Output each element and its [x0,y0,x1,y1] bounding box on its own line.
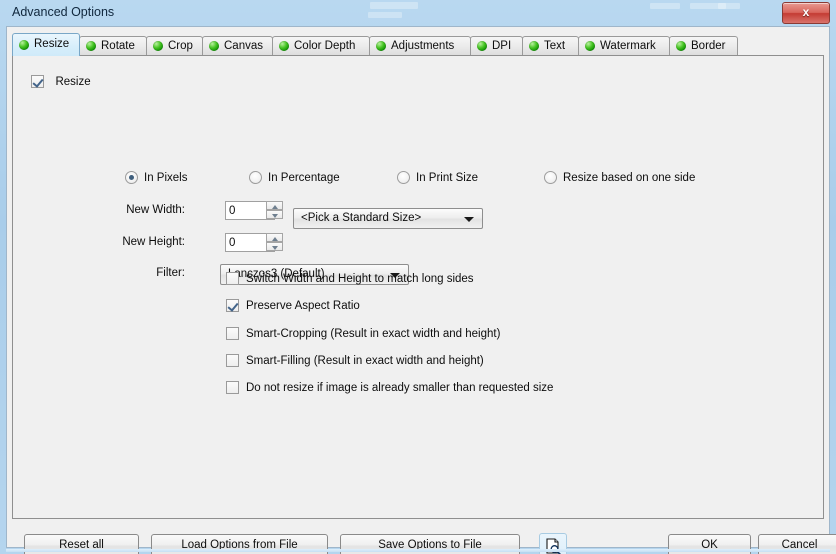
new-width-spinner[interactable] [266,201,283,220]
green-bullet-icon [477,41,487,51]
option-row[interactable]: Do not resize if image is already smalle… [226,379,553,397]
green-bullet-icon [209,41,219,51]
tab-label: Watermark [600,40,656,52]
title-bar: Advanced Options x [0,0,836,26]
standard-size-value: <Pick a Standard Size> [301,212,422,224]
tab-canvas[interactable]: Canvas [202,36,273,56]
option-checkbox[interactable] [226,381,239,395]
tab-crop[interactable]: Crop [146,36,203,56]
option-row[interactable]: Smart-Cropping (Result in exact width an… [226,325,500,343]
green-bullet-icon [529,41,539,51]
resize-enable-label: Resize [55,75,91,88]
resize-enable-checkbox[interactable] [31,75,44,89]
radio-label: In Pixels [144,171,188,184]
filter-label: Filter: [156,267,185,279]
tab-resize[interactable]: Resize [12,33,80,56]
radio-button[interactable] [397,171,410,185]
radio-in-percentage[interactable]: In Percentage [249,169,340,187]
standard-size-dropdown[interactable]: <Pick a Standard Size> [293,208,483,229]
option-label: Do not resize if image is already smalle… [246,381,554,394]
green-bullet-icon [585,41,595,51]
green-bullet-icon [153,41,163,51]
option-checkbox[interactable] [226,299,239,313]
resize-tab-panel: Resize In Pixels In Percentage In Print Si… [12,55,824,519]
tab-rotate[interactable]: Rotate [79,36,147,56]
dialog-client-area: Resize Rotate Crop Canvas Color Depth Adjustm… [6,26,836,554]
radio-resize-based-on-one-side[interactable]: Resize based on one side [544,169,695,187]
tab-label: Color Depth [294,40,356,52]
option-row[interactable]: Smart-Filling (Result in exact width and… [226,352,484,370]
tab-label: Resize [34,38,70,50]
radio-label: In Print Size [416,171,478,184]
close-icon: x [802,5,810,19]
tab-label: Text [544,40,566,52]
tab-label: Adjustments [391,40,455,52]
tab-label: Canvas [224,40,263,52]
green-bullet-icon [86,41,96,51]
new-height-label: New Height: [122,236,185,248]
radio-button[interactable] [249,171,262,185]
radio-button[interactable] [544,171,557,185]
option-row[interactable]: Preserve Aspect Ratio [226,297,360,315]
option-label: Switch Width and Height to match long si… [246,272,474,285]
option-checkbox[interactable] [226,327,239,341]
tab-border[interactable]: Border [669,36,738,56]
option-label: Smart-Cropping (Result in exact width an… [246,327,501,340]
tab-label: DPI [492,40,512,52]
green-bullet-icon [676,41,686,51]
tab-watermark[interactable]: Watermark [578,36,670,56]
tab-label: Crop [168,40,193,52]
new-width-spin-up[interactable] [266,201,283,210]
tab-label: Rotate [101,40,135,52]
radio-button[interactable] [125,171,138,185]
tab-dpi[interactable]: DPI [470,36,523,56]
window-title: Advanced Options [12,5,115,19]
tab-text[interactable]: Text [522,36,579,56]
window-bottom-edge [6,549,830,552]
tab-color-depth[interactable]: Color Depth [272,36,370,56]
green-bullet-icon [376,41,386,51]
green-bullet-icon [19,39,29,50]
new-height-spinner[interactable] [266,233,283,252]
tab-label: Border [691,40,726,52]
radio-in-pixels[interactable]: In Pixels [125,169,187,187]
option-label: Preserve Aspect Ratio [246,299,360,312]
new-height-spin-up[interactable] [266,233,283,242]
option-checkbox[interactable] [226,354,239,368]
radio-label: In Percentage [268,171,340,184]
new-height-spin-down[interactable] [266,242,283,251]
close-button[interactable]: x [782,2,830,24]
option-checkbox[interactable] [226,272,239,286]
tab-strip: Resize Rotate Crop Canvas Color Depth Adjustm… [12,33,824,56]
tab-adjustments[interactable]: Adjustments [369,36,471,56]
advanced-options-window: Advanced Options x Resize Rotate Crop Canva… [0,0,836,554]
radio-in-print-size[interactable]: In Print Size [397,169,478,187]
new-width-spin-down[interactable] [266,210,283,219]
green-bullet-icon [279,41,289,51]
option-label: Smart-Filling (Result in exact width and… [246,354,484,367]
new-width-label: New Width: [126,204,185,216]
resize-enable-row[interactable]: Resize [31,73,91,91]
radio-label: Resize based on one side [563,171,696,184]
chevron-down-icon [464,217,474,222]
option-row[interactable]: Switch Width and Height to match long si… [226,270,474,288]
